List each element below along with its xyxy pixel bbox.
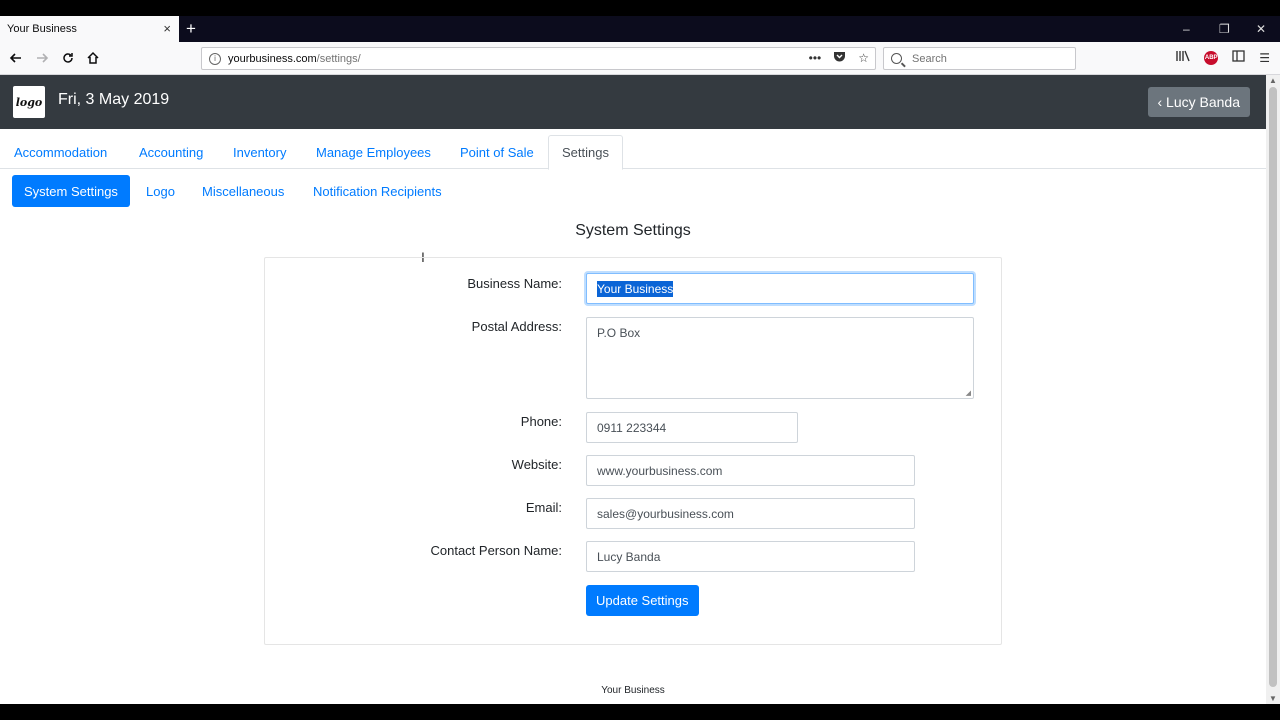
restore-icon[interactable]: ❐ <box>1219 21 1230 37</box>
tab-accounting[interactable]: Accounting <box>126 135 216 169</box>
home-icon[interactable] <box>83 48 103 68</box>
resize-grip-icon[interactable]: ◢ <box>966 389 971 397</box>
logo[interactable]: logo <box>13 86 45 118</box>
window-close-icon[interactable]: ✕ <box>1256 21 1266 37</box>
phone-label: Phone: <box>520 414 562 429</box>
app-header: logo Fri, 3 May 2019 ‹ Lucy Banda <box>0 75 1266 129</box>
tab-close-icon[interactable]: × <box>163 21 171 37</box>
library-icon[interactable] <box>1176 50 1190 65</box>
business-name-label: Business Name: <box>467 276 562 291</box>
email-value: sales@yourbusiness.com <box>597 506 734 521</box>
subtab-logo[interactable]: Logo <box>134 175 187 207</box>
search-bar[interactable]: Search <box>883 47 1076 70</box>
business-name-input[interactable]: Your Business <box>586 273 974 304</box>
tab-point-of-sale[interactable]: Point of Sale <box>447 135 547 169</box>
tab-inventory[interactable]: Inventory <box>220 135 299 169</box>
settings-form: Business Name: Your Business Postal Addr… <box>264 257 1002 645</box>
phone-value: 0911 223344 <box>597 420 667 435</box>
adblock-icon[interactable]: ABP <box>1204 50 1219 65</box>
website-input[interactable]: www.yourbusiness.com <box>586 455 915 486</box>
browser-tab-strip: Your Business × + – ❐ ✕ <box>0 16 1280 42</box>
url-path: /settings/ <box>316 52 361 65</box>
user-button[interactable]: ‹ Lucy Banda <box>1147 87 1250 117</box>
url-bar[interactable]: i yourbusiness.com/settings/ ••• ☆ <box>201 47 876 70</box>
page-actions-icon[interactable]: ••• <box>809 51 822 66</box>
contact-person-value: Lucy Banda <box>597 549 661 564</box>
main-nav-tabs: Accommodation Accounting Inventory Manag… <box>0 135 1266 170</box>
update-settings-button[interactable]: Update Settings <box>586 585 699 616</box>
search-icon <box>891 53 902 64</box>
browser-tab-title: Your Business <box>7 23 77 35</box>
site-info-icon[interactable]: i <box>209 52 221 65</box>
bookmark-star-icon[interactable]: ☆ <box>858 51 869 66</box>
contact-person-input[interactable]: Lucy Banda <box>586 541 915 572</box>
email-input[interactable]: sales@yourbusiness.com <box>586 498 915 529</box>
menu-icon[interactable]: ☰ <box>1259 51 1270 65</box>
subtab-system-settings[interactable]: System Settings <box>12 175 130 207</box>
postal-address-textarea[interactable]: P.O Box ◢ <box>586 317 974 399</box>
scroll-down-icon[interactable]: ▼ <box>1269 694 1277 703</box>
url-domain: yourbusiness.com <box>228 52 317 65</box>
tab-settings[interactable]: Settings <box>548 135 623 170</box>
page-scrollbar[interactable]: ▲ ▼ <box>1266 75 1280 704</box>
tab-accommodation[interactable]: Accommodation <box>1 135 120 169</box>
website-value: www.yourbusiness.com <box>597 463 723 478</box>
postal-address-value: P.O Box <box>597 326 641 340</box>
scroll-up-icon[interactable]: ▲ <box>1269 76 1277 85</box>
back-icon[interactable] <box>6 48 26 68</box>
scroll-thumb[interactable] <box>1269 87 1277 687</box>
tab-manage-employees[interactable]: Manage Employees <box>303 135 444 169</box>
minimize-icon[interactable]: – <box>1183 21 1190 37</box>
sidebar-icon[interactable] <box>1232 50 1245 65</box>
email-label: Email: <box>525 500 562 515</box>
subtab-notification-recipients[interactable]: Notification Recipients <box>301 175 454 207</box>
new-tab-icon[interactable]: + <box>186 19 196 39</box>
postal-address-label: Postal Address: <box>471 319 562 334</box>
section-title: System Settings <box>575 222 691 239</box>
footer-business-name: Your Business <box>601 685 665 696</box>
forward-icon[interactable] <box>32 48 52 68</box>
pocket-icon[interactable] <box>833 51 846 66</box>
contact-person-label: Contact Person Name: <box>430 543 562 558</box>
screen-bottom-border <box>0 704 1280 720</box>
phone-input[interactable]: 0911 223344 <box>586 412 798 443</box>
website-label: Website: <box>511 457 562 472</box>
page-viewport: logo Fri, 3 May 2019 ‹ Lucy Banda Accomm… <box>0 75 1266 704</box>
header-date: Fri, 3 May 2019 <box>58 91 170 108</box>
screen-top-border <box>0 0 1280 16</box>
browser-nav-bar: i yourbusiness.com/settings/ ••• ☆ Searc… <box>0 42 1280 75</box>
reload-icon[interactable] <box>58 48 78 68</box>
browser-tab[interactable]: Your Business × <box>0 16 179 42</box>
search-placeholder: Search <box>912 52 947 65</box>
business-name-value: Your Business <box>597 280 674 297</box>
subtab-miscellaneous[interactable]: Miscellaneous <box>190 175 296 207</box>
